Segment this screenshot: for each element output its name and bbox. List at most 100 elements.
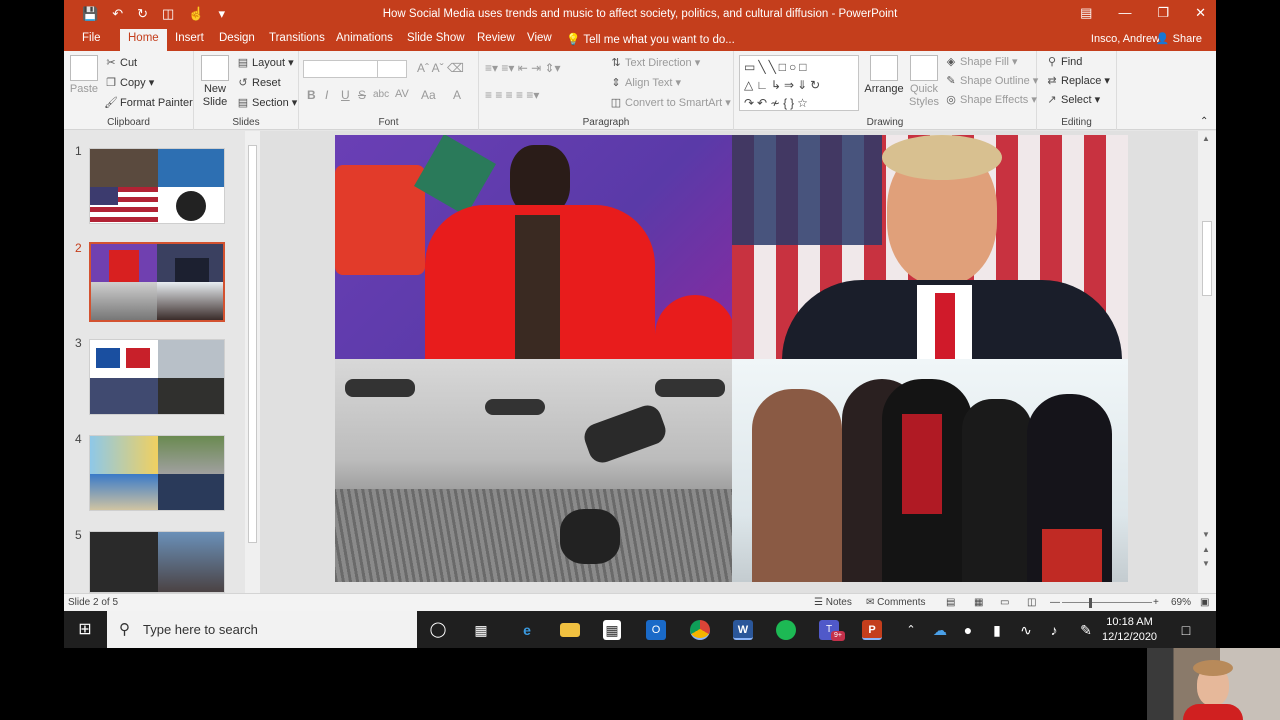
shadow-button[interactable]: abc [373,89,389,100]
tab-view[interactable]: View [527,32,552,44]
store-icon[interactable]: ▦ [603,620,621,640]
strikethrough-button[interactable]: S [358,88,366,102]
show-hidden-icons[interactable]: ⌃ [901,620,921,640]
thumbnails-scrollbar[interactable] [245,131,260,593]
edge-icon[interactable]: e [517,620,537,640]
microphone-icon[interactable]: ● [958,620,978,640]
list-buttons[interactable]: ≡▾ ≡▾ ⇤ ⇥ ⇕▾ [485,61,561,75]
italic-button[interactable]: I [325,88,328,102]
wifi-icon[interactable]: ∿ [1016,620,1036,640]
zoom-slider-thumb[interactable] [1089,598,1092,608]
tab-review[interactable]: Review [477,32,515,44]
new-slide-button[interactable]: New Slide [198,55,232,109]
user-name[interactable]: Insco, Andrew [1091,33,1160,45]
slide-thumbnail-2[interactable] [89,242,225,322]
chrome-icon[interactable] [690,620,710,640]
font-color-button[interactable]: A [453,88,461,102]
maximize-icon[interactable]: ❐ [1157,5,1169,21]
taskbar-search-box[interactable]: ⚲ Type here to search [107,611,417,648]
zoom-level[interactable]: 69% [1171,597,1191,608]
ribbon-display-icon[interactable]: ▤ [1080,5,1092,21]
action-center-icon[interactable]: □ [1176,620,1196,640]
replace-button[interactable]: ⇄ Replace ▾ [1045,74,1110,87]
font-name-field[interactable] [303,60,378,78]
collapse-ribbon-icon[interactable]: ⌃ [1200,116,1208,127]
layout-button[interactable]: ▤ Layout ▾ [236,56,294,69]
task-view-icon[interactable]: ▦ [471,620,491,640]
tab-insert[interactable]: Insert [175,32,204,44]
cut-button[interactable]: ✂ Cut [104,56,137,69]
shape-effects-button[interactable]: ◎ Shape Effects ▾ [944,93,1037,106]
arrange-button[interactable]: Arrange [864,55,904,96]
text-direction-button[interactable]: ⇅ Text Direction ▾ [609,56,700,69]
grow-shrink-font[interactable]: Aˆ Aˇ ⌫ [417,61,464,75]
scroll-down-icon[interactable]: ▼ [1202,530,1210,539]
slide-image-bottom-left[interactable] [335,358,732,582]
tab-file[interactable]: File [82,32,101,44]
copy-button[interactable]: ❐ Copy ▾ [104,76,154,89]
powerpoint-icon[interactable]: P [862,620,882,640]
shape-fill-button[interactable]: ◈ Shape Fill ▾ [944,55,1018,68]
paste-button[interactable]: Paste [68,55,100,96]
char-spacing-button[interactable]: AV [395,88,409,100]
normal-view-icon[interactable]: ▤ [946,597,955,608]
tell-me-box[interactable]: 💡 Tell me what you want to do... [566,32,735,46]
zoom-in-icon[interactable]: + [1153,597,1159,608]
convert-smartart-button[interactable]: ◫ Convert to SmartArt ▾ [609,96,731,109]
tab-animations[interactable]: Animations [336,32,393,44]
battery-icon[interactable]: ▮ [987,620,1007,640]
slide-thumbnail-5[interactable] [89,531,225,593]
reading-view-icon[interactable]: ▭ [1000,597,1009,608]
close-icon[interactable]: ✕ [1195,5,1206,21]
file-explorer-icon[interactable] [560,623,580,637]
slide-image-top-right[interactable] [731,135,1128,359]
slide-sorter-icon[interactable]: ▦ [974,597,983,608]
shape-outline-button[interactable]: ✎ Shape Outline ▾ [944,74,1038,87]
tab-slide-show[interactable]: Slide Show [407,32,465,44]
volume-icon[interactable]: ♪ [1044,620,1064,640]
spotify-icon[interactable] [776,620,796,640]
current-slide[interactable] [335,135,1128,582]
quick-styles-button[interactable]: Quick Styles [906,55,942,109]
scroll-thumb[interactable] [1202,221,1212,296]
align-text-button[interactable]: ⇕ Align Text ▾ [609,76,681,89]
zoom-out-icon[interactable]: — [1050,597,1060,608]
outlook-icon[interactable]: O [646,620,666,640]
change-case-button[interactable]: Aa [421,88,436,102]
slide-thumbnail-4[interactable] [89,435,225,511]
tab-home[interactable]: Home [120,29,167,51]
slide-image-bottom-right[interactable] [731,358,1128,582]
slide-image-top-left[interactable] [335,135,732,359]
comments-button[interactable]: ✉ Comments [866,597,926,608]
reset-button[interactable]: ↺ Reset [236,76,280,89]
slide-thumbnail-3[interactable] [89,339,225,415]
minimize-icon[interactable]: — [1118,5,1131,21]
next-slide-icon[interactable]: ▼ [1202,559,1210,568]
slide-scrollbar[interactable]: ▲ ▼ ▲ ▼ [1198,131,1216,593]
format-painter-button[interactable]: 🖌 Format Painter [104,96,193,109]
thumbnails-scroll-thumb[interactable] [248,145,257,543]
system-clock[interactable]: 10:18 AM 12/12/2020 [1102,615,1157,645]
slide-thumbnail-1[interactable] [89,148,225,224]
notes-button[interactable]: ☰ Notes [814,597,852,608]
cortana-icon[interactable]: ◯ [428,620,448,640]
shapes-gallery[interactable]: ▭╲╲□○□ △∟↳⇒⇓↻ ↷↶≁{}☆ [739,55,859,111]
underline-button[interactable]: U [341,88,350,102]
select-button[interactable]: ↗ Select ▾ [1045,93,1100,106]
find-button[interactable]: ⚲ Find [1045,55,1082,68]
previous-slide-icon[interactable]: ▲ [1202,545,1210,554]
share-button[interactable]: 👤 Share [1152,31,1206,46]
tab-design[interactable]: Design [219,32,255,44]
alignment-buttons[interactable]: ≡ ≡ ≡ ≡ ≡▾ [485,88,539,102]
scroll-up-icon[interactable]: ▲ [1202,134,1210,143]
section-button[interactable]: ▤ Section ▾ [236,96,297,109]
tab-transitions[interactable]: Transitions [269,32,325,44]
slide-show-icon[interactable]: ◫ [1027,597,1036,608]
windows-start-icon[interactable]: ⊞ [75,620,95,640]
fit-to-window-icon[interactable]: ▣ [1200,597,1209,608]
word-icon[interactable]: W [733,620,753,640]
pen-workspace-icon[interactable]: ✎ [1076,620,1096,640]
font-size-field[interactable] [377,60,407,78]
onedrive-icon[interactable]: ☁ [930,620,950,640]
bold-button[interactable]: B [307,88,316,102]
